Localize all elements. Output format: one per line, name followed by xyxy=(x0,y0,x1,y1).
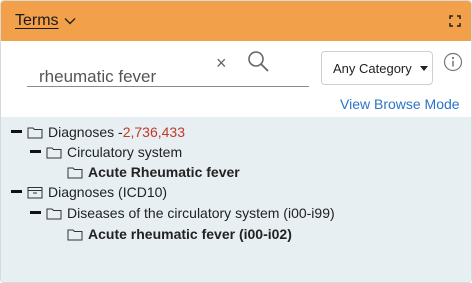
tree-node-acute-rheumatic-fever-icd10[interactable]: Acute rheumatic fever (i00-i02) xyxy=(67,225,292,243)
panel-title: Terms xyxy=(15,12,59,29)
caret-down-icon xyxy=(419,65,428,71)
chevron-down-icon xyxy=(64,17,76,25)
folder-icon xyxy=(67,228,83,241)
folder-icon xyxy=(46,207,62,220)
fullscreen-icon[interactable] xyxy=(449,15,461,27)
panel-header: Terms xyxy=(1,1,471,41)
tree-node-label: Circulatory system xyxy=(67,144,183,160)
tree-node-label: Diseases of the circulatory system (i00-… xyxy=(67,205,335,221)
collapse-icon[interactable] xyxy=(11,190,23,194)
category-select-value: Any Category xyxy=(333,60,412,76)
folder-icon xyxy=(46,146,62,159)
tree-node-label: Acute rheumatic fever (i00-i02) xyxy=(88,226,292,242)
result-count: 2,736,433 xyxy=(122,124,185,140)
tree-node-diagnoses[interactable]: Diagnoses - 2,736,433 xyxy=(11,123,185,141)
search-icon[interactable] xyxy=(246,49,270,78)
folder-icon xyxy=(67,166,83,179)
folder-icon xyxy=(27,126,43,139)
terms-dropdown[interactable]: Terms xyxy=(15,12,76,30)
collapse-icon[interactable] xyxy=(30,211,42,215)
archive-icon xyxy=(27,186,43,199)
view-browse-mode-link[interactable]: View Browse Mode xyxy=(340,96,460,112)
search-area: × Any Category View Browse Mode xyxy=(1,41,471,117)
tree-node-label: Acute Rheumatic fever xyxy=(88,164,240,180)
collapse-icon[interactable] xyxy=(11,130,23,134)
info-icon[interactable] xyxy=(443,52,463,77)
tree-node-diseases-circulatory[interactable]: Diseases of the circulatory system (i00-… xyxy=(30,204,335,222)
tree-node-acute-rheumatic-fever[interactable]: Acute Rheumatic fever xyxy=(67,163,240,181)
tree-node-diagnoses-icd10[interactable]: Diagnoses (ICD10) xyxy=(11,183,167,201)
clear-search-button[interactable]: × xyxy=(216,54,227,72)
results-tree: Diagnoses - 2,736,433 Circulatory system… xyxy=(1,117,471,282)
tree-node-label: Diagnoses (ICD10) xyxy=(48,184,168,200)
tree-node-label: Diagnoses - xyxy=(48,124,123,140)
collapse-icon[interactable] xyxy=(30,150,42,154)
tree-node-circulatory-system[interactable]: Circulatory system xyxy=(30,143,182,161)
terms-panel: Terms × Any Category xyxy=(0,0,472,283)
category-select[interactable]: Any Category xyxy=(321,51,433,85)
